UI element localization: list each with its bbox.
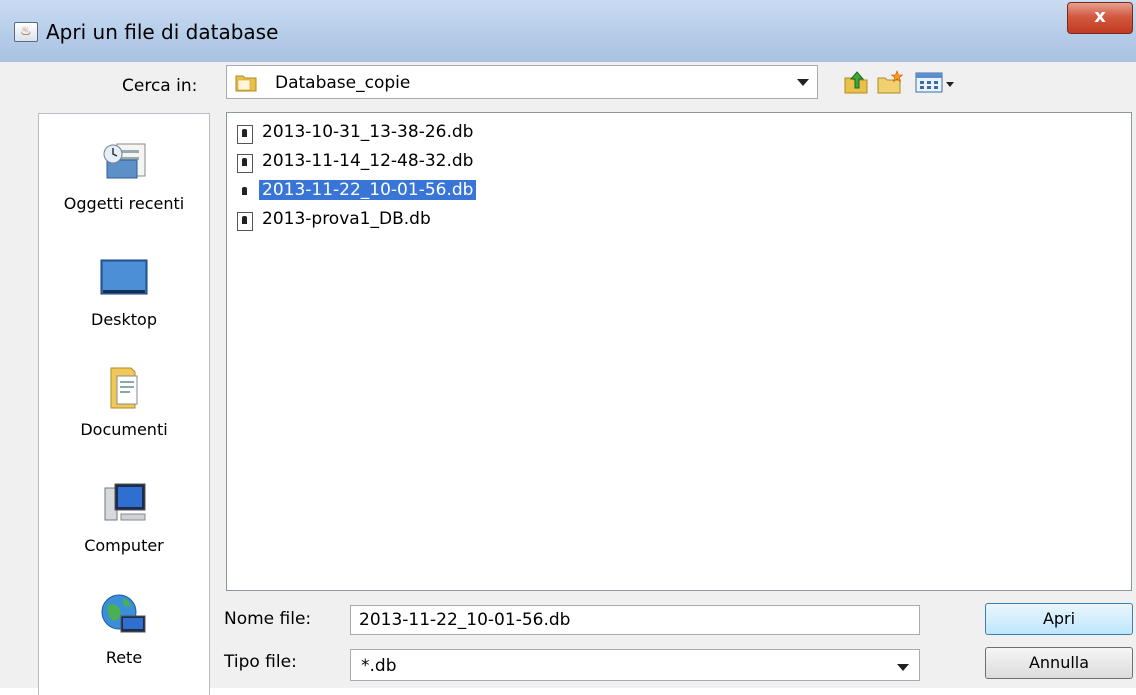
network-icon bbox=[101, 594, 146, 633]
desktop-icon bbox=[100, 259, 148, 295]
filetype-combo[interactable]: *.db bbox=[350, 649, 920, 681]
recent-items-icon bbox=[103, 143, 146, 179]
computer-icon bbox=[104, 483, 146, 521]
chevron-down-icon bbox=[797, 79, 809, 86]
new-folder-icon[interactable] bbox=[876, 68, 904, 96]
filetype-label: Tipo file: bbox=[224, 652, 297, 672]
filetype-value: *.db bbox=[361, 656, 397, 676]
folder-icon bbox=[235, 75, 257, 92]
sidebar-item-label: Desktop bbox=[91, 310, 157, 329]
file-name: 2013-11-14_12-48-32.db bbox=[262, 151, 474, 171]
sidebar-item-documents[interactable]: Documenti bbox=[39, 364, 209, 439]
open-button[interactable]: Apri bbox=[985, 603, 1133, 635]
places-sidebar: Oggetti recenti Desktop Documenti Comput… bbox=[38, 113, 210, 695]
sidebar-item-label: Rete bbox=[105, 648, 143, 667]
cancel-button[interactable]: Annulla bbox=[985, 647, 1133, 679]
filename-label: Nome file: bbox=[224, 609, 312, 629]
documents-icon bbox=[110, 367, 138, 409]
title-bar: ♨ Apri un file di database x bbox=[0, 0, 1136, 62]
sidebar-item-computer[interactable]: Computer bbox=[39, 480, 209, 555]
view-menu-icon[interactable] bbox=[914, 68, 958, 96]
file-icon bbox=[237, 183, 253, 202]
sidebar-item-label: Oggetti recenti bbox=[63, 194, 185, 213]
java-app-icon: ♨ bbox=[14, 22, 38, 42]
lookin-value: Database_copie bbox=[275, 73, 411, 93]
file-icon bbox=[237, 212, 253, 231]
file-icon bbox=[237, 154, 253, 173]
chevron-down-icon bbox=[897, 664, 909, 671]
lookin-combo[interactable]: Database_copie bbox=[226, 65, 818, 99]
up-folder-icon[interactable] bbox=[842, 68, 870, 96]
sidebar-item-recent[interactable]: Oggetti recenti bbox=[39, 138, 209, 213]
sidebar-item-network[interactable]: Rete bbox=[39, 592, 209, 667]
filename-input[interactable] bbox=[350, 605, 920, 635]
sidebar-item-label: Computer bbox=[84, 536, 164, 555]
sidebar-item-label: Documenti bbox=[80, 420, 168, 439]
file-list[interactable]: 2013-10-31_13-38-26.db 2013-11-14_12-48-… bbox=[226, 112, 1132, 591]
window-title: Apri un file di database bbox=[46, 20, 279, 44]
lookin-label: Cerca in: bbox=[122, 76, 198, 96]
close-button[interactable]: x bbox=[1067, 2, 1133, 34]
sidebar-item-desktop[interactable]: Desktop bbox=[39, 254, 209, 329]
file-icon bbox=[237, 125, 253, 144]
file-name: 2013-prova1_DB.db bbox=[262, 209, 431, 229]
file-name: 2013-11-22_10-01-56.db bbox=[259, 180, 477, 200]
file-name: 2013-10-31_13-38-26.db bbox=[262, 122, 474, 142]
